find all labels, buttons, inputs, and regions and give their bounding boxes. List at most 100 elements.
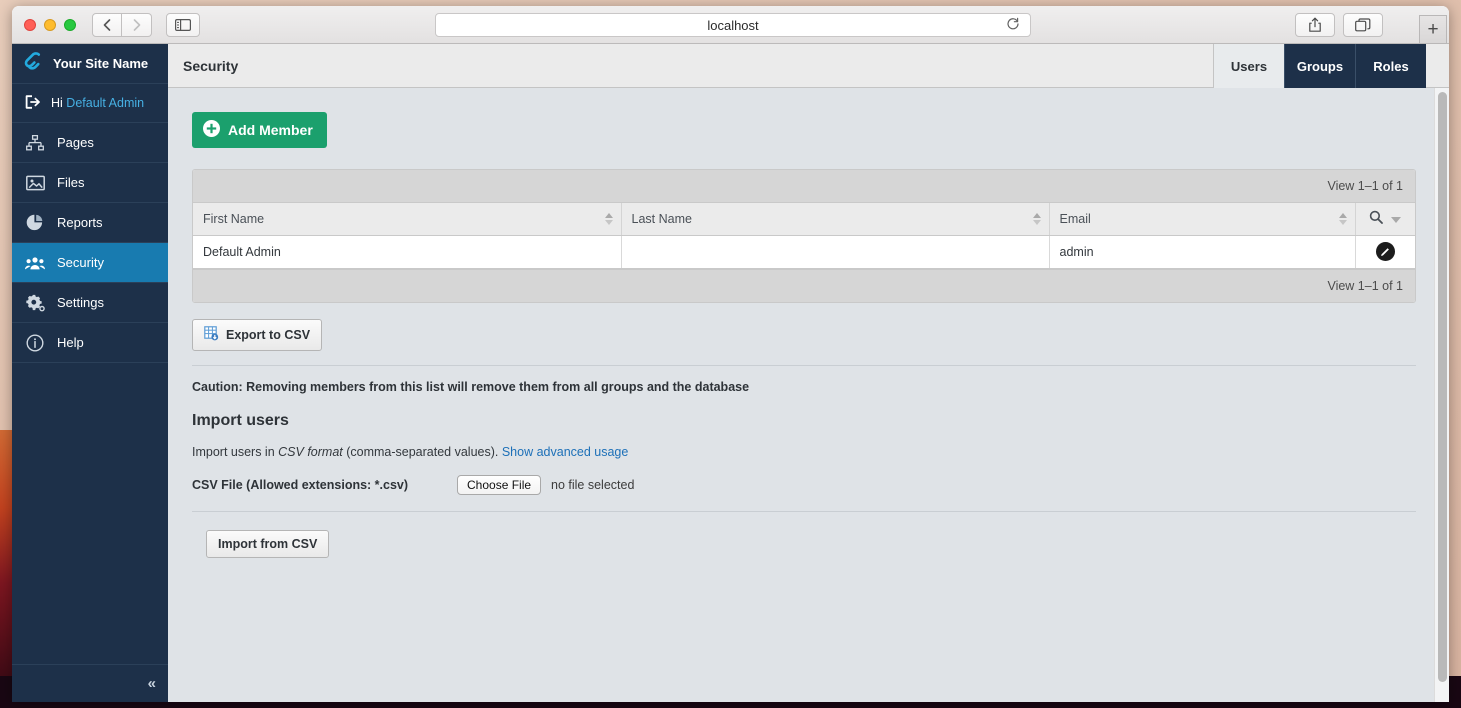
edit-pencil-icon[interactable] — [1375, 242, 1395, 261]
image-icon — [25, 175, 45, 191]
grid-footer-bar: View 1–1 of 1 — [193, 268, 1415, 302]
column-header-email[interactable]: Email — [1049, 203, 1356, 236]
forward-button[interactable] — [122, 12, 152, 37]
column-header-first-name[interactable]: First Name — [193, 203, 622, 236]
sidebar-collapse-button[interactable]: « — [12, 664, 168, 702]
navigation-buttons — [92, 12, 152, 37]
tab-groups[interactable]: Groups — [1284, 44, 1355, 88]
app-sidebar: Your Site Name Hi Default Admin Pages Fi… — [12, 44, 168, 702]
window-controls — [24, 18, 76, 31]
tab-overview-icon[interactable] — [1343, 13, 1383, 37]
sidebar-item-help[interactable]: Help — [12, 323, 168, 363]
caution-text: Caution: Removing members from this list… — [192, 364, 1416, 394]
column-header-last-name[interactable]: Last Name — [621, 203, 1050, 236]
search-icon[interactable] — [1369, 210, 1384, 227]
cell-actions — [1355, 235, 1415, 269]
people-icon — [25, 256, 45, 270]
table-header-row: First Name Last Name Email — [193, 203, 1415, 236]
cell-first-name: Default Admin — [193, 235, 622, 269]
main-header: Security Users Groups Roles — [168, 44, 1449, 88]
scrollbar-thumb[interactable] — [1438, 92, 1447, 682]
sidebar-item-label: Pages — [57, 135, 94, 150]
choose-file-button[interactable]: Choose File — [457, 474, 542, 495]
caret-down-icon[interactable] — [1391, 212, 1402, 226]
sidebar-item-reports[interactable]: Reports — [12, 203, 168, 243]
sort-toggle-icon[interactable] — [1032, 212, 1041, 225]
page-title: Security — [183, 57, 239, 74]
sidebar-item-label: Reports — [57, 215, 103, 230]
users-table: First Name Last Name Email Default Admin… — [193, 203, 1415, 269]
brand-header[interactable]: Your Site Name — [12, 44, 168, 84]
cell-last-name — [621, 235, 1050, 269]
view-count-bottom: View 1–1 of 1 — [1327, 278, 1403, 293]
maximize-window-button[interactable] — [64, 18, 76, 31]
back-button[interactable] — [92, 12, 122, 37]
minimize-window-button[interactable] — [44, 18, 56, 31]
sidebar-item-label: Help — [57, 335, 84, 350]
content-area: Add Member View 1–1 of 1 First Name Last… — [168, 88, 1449, 702]
brand-name: Your Site Name — [53, 56, 149, 71]
section-tabs: Users Groups Roles — [1213, 44, 1426, 88]
sidebar-item-label: Files — [57, 175, 85, 190]
users-grid: View 1–1 of 1 First Name Last Name Email… — [192, 169, 1416, 303]
browser-tools — [1295, 13, 1383, 37]
csv-file-label: CSV File (Allowed extensions: *.csv) — [192, 477, 409, 492]
import-description: Import users in CSV format (comma-separa… — [192, 445, 1426, 459]
sidebar-item-label: Security — [57, 255, 104, 270]
browser-window: localhost + Your Site Name Hi Default Ad… — [12, 6, 1449, 702]
no-file-selected-text: no file selected — [551, 477, 635, 492]
sidebar-item-settings[interactable]: Settings — [12, 283, 168, 323]
plus-circle-icon — [203, 120, 220, 140]
tab-roles[interactable]: Roles — [1355, 44, 1426, 88]
export-to-csv-button[interactable]: Export to CSV — [192, 318, 323, 351]
silverstripe-logo-icon — [24, 52, 44, 75]
add-member-button[interactable]: Add Member — [192, 112, 327, 148]
export-row: Export to CSV — [192, 318, 1426, 351]
cell-email: admin — [1049, 235, 1356, 269]
app-page: Your Site Name Hi Default Admin Pages Fi… — [12, 44, 1449, 702]
import-desc-italic: CSV format — [278, 444, 343, 459]
new-tab-button[interactable]: + — [1419, 15, 1447, 44]
logout-icon[interactable] — [25, 94, 41, 112]
user-greeting: Hi — [51, 96, 63, 110]
sidebar-toggle-button[interactable] — [166, 12, 200, 37]
sidebar-item-files[interactable]: Files — [12, 163, 168, 203]
info-icon — [25, 333, 45, 352]
view-count-top: View 1–1 of 1 — [1327, 179, 1403, 193]
user-greeting-row[interactable]: Hi Default Admin — [12, 84, 168, 123]
url-text: localhost — [707, 17, 759, 33]
share-icon[interactable] — [1295, 13, 1335, 37]
tab-users[interactable]: Users — [1213, 44, 1284, 88]
export-label: Export to CSV — [226, 327, 311, 342]
csv-file-row: CSV File (Allowed extensions: *.csv) Cho… — [192, 474, 1426, 495]
spreadsheet-export-icon — [204, 325, 219, 344]
show-advanced-usage-link[interactable]: Show advanced usage — [502, 445, 628, 459]
add-member-label: Add Member — [228, 122, 313, 138]
sitemap-icon — [25, 134, 45, 151]
gear-icon — [25, 294, 45, 312]
sidebar-item-security[interactable]: Security — [12, 243, 168, 283]
sidebar-item-label: Settings — [57, 295, 104, 310]
grid-header-bar: View 1–1 of 1 — [193, 170, 1415, 203]
column-label: Last Name — [631, 211, 692, 226]
sort-toggle-icon[interactable] — [1338, 212, 1347, 225]
column-label: Email — [1059, 211, 1091, 226]
column-label: First Name — [203, 211, 265, 226]
import-from-csv-button[interactable]: Import from CSV — [206, 529, 330, 558]
import-submit-row: Import from CSV — [192, 510, 1416, 558]
user-name[interactable]: Default Admin — [66, 96, 144, 110]
main-panel: Security Users Groups Roles Add Member V… — [168, 44, 1449, 702]
close-window-button[interactable] — [24, 18, 36, 31]
reload-icon[interactable] — [1006, 17, 1020, 34]
browser-titlebar: localhost + — [12, 6, 1449, 44]
import-users-heading: Import users — [192, 411, 289, 429]
sort-toggle-icon[interactable] — [604, 212, 613, 225]
column-header-search[interactable] — [1355, 203, 1415, 236]
address-bar[interactable]: localhost — [435, 13, 1031, 37]
table-row[interactable]: Default Admin admin — [193, 235, 1415, 269]
vertical-scrollbar[interactable] — [1434, 88, 1449, 702]
sidebar-item-pages[interactable]: Pages — [12, 123, 168, 163]
import-desc-post: (comma-separated values). — [342, 444, 502, 459]
import-desc-pre: Import users in — [192, 444, 279, 459]
pie-chart-icon — [25, 214, 45, 231]
